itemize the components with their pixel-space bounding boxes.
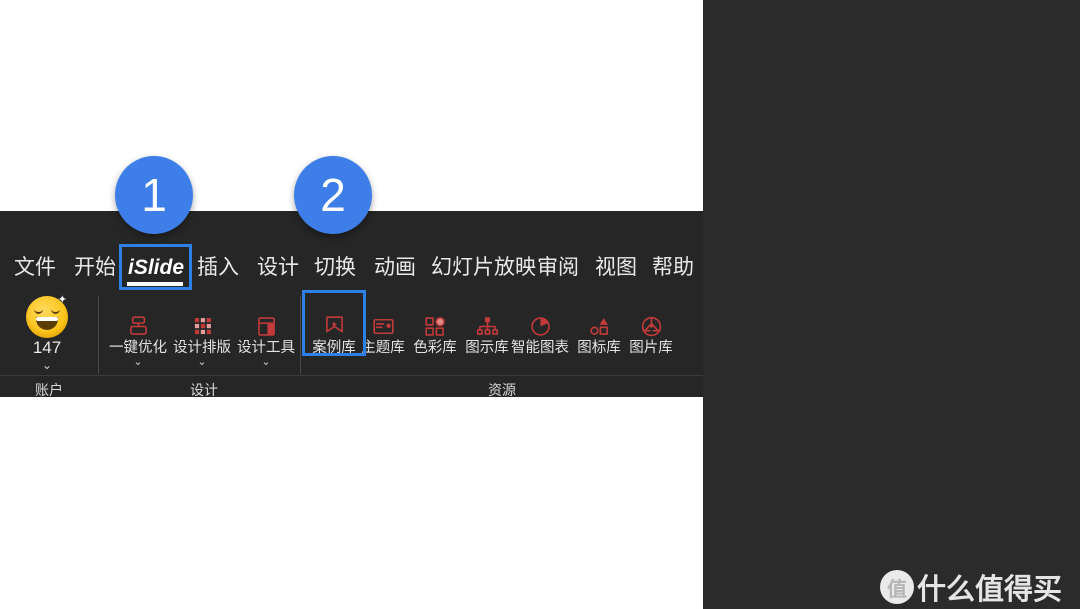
layout-grid-icon [168,296,236,340]
ribbon-group-label: 资源 [488,382,516,398]
ribbon-tab-i0[interactable]: 文件 [14,248,56,288]
ribbon-button-image-library[interactable]: 图片库 [625,296,677,357]
ribbon-button-label: 图示库 [465,340,509,356]
islide-panel: 案例库 ✕ 高级筛选 全部我的收藏我的下载 [703,0,1080,609]
sparkle-icon: ✦ [57,294,67,306]
ribbon-button-label: 图片库 [629,340,673,356]
account-points: 147 [32,338,62,357]
color-library-icon [409,296,461,340]
diagram-library-icon [461,296,513,340]
smiling-emoji-icon: ✦ [26,294,68,338]
chevron-down-icon[interactable]: ⌄ [168,357,236,368]
ribbon-button-label: 色彩库 [413,340,457,356]
chevron-down-icon[interactable]: ⌄ [104,357,172,368]
ribbon-button-label: 设计排版 [173,340,231,356]
ribbon-button-label: 设计工具 [237,340,295,356]
screenshot-root: 文件 开始 iSlide 插入 设计 切换 动画 幻灯片放映 审阅 视图 帮助 一键优化 ⌄ 设计排版 ⌄… [0,0,1080,609]
design-tools-icon [232,296,300,340]
ribbon-group-label: 设计 [190,382,218,398]
ribbon-button-smart-chart[interactable]: 智能图表 [509,296,571,357]
smart-chart-icon [509,296,571,340]
ribbon-button-design-tools[interactable]: 设计工具 ⌄ [232,296,300,368]
ribbon-button-label: 图标库 [577,340,621,356]
ribbon-tab-i3[interactable]: 插入 [197,248,239,288]
ribbon-baseline [0,375,703,376]
ribbon-button-layout-grid[interactable]: 设计排版 ⌄ [168,296,236,368]
ribbon-tab-i7[interactable]: 幻灯片放映 [431,248,536,288]
ribbon-tab-strip: 文件 开始 iSlide 插入 设计 切换 动画 幻灯片放映 审阅 视图 帮助 [0,244,703,290]
ribbon-tab-i1[interactable]: 开始 [74,248,116,288]
active-tab-underline [127,282,183,286]
ribbon-group-label-account: 账户 [35,382,63,398]
ribbon-button-optimize[interactable]: 一键优化 ⌄ [104,296,172,368]
ribbon-button-label: 智能图表 [511,340,569,356]
ribbon-tab-i5[interactable]: 切换 [314,248,356,288]
ribbon-tab-i4[interactable]: 设计 [257,248,299,288]
ribbon-button-diagram-library[interactable]: 图示库 [461,296,513,357]
ribbon-button-icon-library[interactable]: 图标库 [573,296,625,357]
case-library-highlight-box [302,290,366,356]
chevron-down-icon[interactable]: ⌄ [232,357,300,368]
powerpoint-window: 文件 开始 iSlide 插入 设计 切换 动画 幻灯片放映 审阅 视图 帮助 一键优化 ⌄ 设计排版 ⌄… [0,0,703,609]
ribbon-tab-i6[interactable]: 动画 [374,248,416,288]
ribbon-button-label: 一键优化 [109,340,167,356]
callout-badge-2: 2 [294,156,372,234]
ribbon-tab-i9[interactable]: 视图 [595,248,637,288]
ribbon-tab-i8[interactable]: 审阅 [537,248,579,288]
ribbon-button-color-library[interactable]: 色彩库 [409,296,461,357]
group-separator [300,296,301,374]
image-library-icon [625,296,677,340]
icon-library-icon [573,296,625,340]
optimize-icon [104,296,172,340]
callout-badge-1: 1 [115,156,193,234]
group-separator [98,296,99,374]
ribbon-tab-i10[interactable]: 帮助 [652,248,694,288]
account-chevron-down-icon[interactable]: ⌄ [8,358,86,372]
